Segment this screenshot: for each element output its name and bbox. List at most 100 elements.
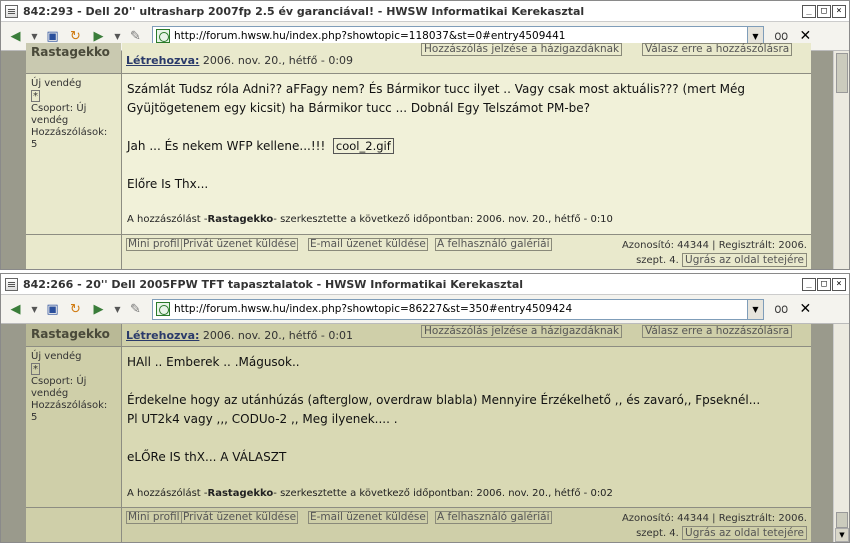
address-bar[interactable]: http://forum.hwsw.hu/index.php?showtopic… xyxy=(152,298,764,320)
close-icon[interactable]: ✕ xyxy=(800,301,812,317)
post-body: HAll .. Emberek .. .Mágusok.. Érdekelne … xyxy=(122,347,811,507)
member-id: Azonosító: 44344 | Regisztrált: 2006. sz… xyxy=(622,512,807,541)
forum-post: Rastagekko Létrehozva: 2006. nov. 20., h… xyxy=(26,324,811,542)
edit-user: Rastagekko xyxy=(207,214,274,225)
window-controls: _ □ × xyxy=(802,4,846,18)
group-line: Új vendég xyxy=(31,78,82,89)
post-line xyxy=(127,372,811,391)
edit-prefix: A hozzászólást - xyxy=(127,488,208,499)
post-line xyxy=(127,118,811,137)
window-controls: _ □ × xyxy=(802,277,846,291)
page-icon xyxy=(156,302,170,316)
report-post-button[interactable]: Hozzászólás jelzése a házigazdáknak xyxy=(421,43,623,56)
window-title: 842:266 - 20'' Dell 2005FPW TFT tapaszta… xyxy=(23,277,524,291)
left-gutter xyxy=(1,51,26,269)
footer-right: Mini profil Privát üzenet küldése E-mail… xyxy=(122,508,811,542)
gallery-button[interactable]: A felhasználó galériái xyxy=(435,238,552,251)
save-icon[interactable]: ▣ xyxy=(44,28,61,45)
edit-prefix: A hozzászólást - xyxy=(127,214,208,225)
minimize-button[interactable]: _ xyxy=(802,277,816,291)
browser-window-2: 842:266 - 20'' Dell 2005FPW TFT tapaszta… xyxy=(0,273,850,543)
scrollbar[interactable] xyxy=(833,51,849,269)
forward-dropdown-icon[interactable]: ▼ xyxy=(113,28,122,45)
go-to-top-button[interactable]: Ugrás az oldal tetejére xyxy=(682,526,807,540)
reply-post-button[interactable]: Válasz erre a hozzászólásra xyxy=(642,43,793,56)
close-window-button[interactable]: × xyxy=(832,277,846,291)
posts-count: 5 xyxy=(31,412,38,423)
page-content: Rastagekko Létrehozva: 2006. nov. 20., h… xyxy=(1,324,849,542)
post-author[interactable]: Rastagekko xyxy=(26,324,121,346)
reload-icon[interactable]: ↻ xyxy=(67,28,84,45)
pen-icon[interactable]: ✎ xyxy=(127,28,144,45)
mini-profile-button[interactable]: Mini profil xyxy=(126,511,182,524)
browser-window-1: 842:293 - Dell 20'' ultrasharp 2007fp 2.… xyxy=(0,0,850,270)
rank-star: * xyxy=(31,363,40,375)
private-message-button[interactable]: Privát üzenet küldése xyxy=(181,511,299,524)
page-content: Rastagekko Létrehozva: 2006. nov. 20., h… xyxy=(1,43,849,269)
glasses-icon[interactable]: ൦൦ xyxy=(774,302,788,317)
member-id-text: Azonosító: 44344 | Regisztrált: 2006. xyxy=(621,240,807,251)
left-gutter xyxy=(1,324,26,542)
post-line: eLŐRe IS thX... A VÁLASZT xyxy=(127,450,287,464)
minimize-button[interactable]: _ xyxy=(802,4,816,18)
edit-note: A hozzászólást -Rastagekko- szerkesztett… xyxy=(127,214,613,225)
nav-toolbar: ◀ ▼ ▣ ↻ ▶ ▼ ✎ http://forum.hwsw.hu/index… xyxy=(1,295,849,324)
reply-post-button[interactable]: Válasz erre a hozzászólásra xyxy=(642,325,793,338)
edit-suffix: - szerkesztette a következő időpontban: … xyxy=(273,488,613,499)
post-line: Gyüjtögetenem egy kicsit) ha Bármikor tu… xyxy=(127,101,591,115)
posts-label: Hozzászólások: xyxy=(31,400,108,411)
scroll-down-icon[interactable]: ▼ xyxy=(835,528,849,542)
created-label[interactable]: Létrehozva: xyxy=(126,329,199,342)
go-to-top-button[interactable]: Ugrás az oldal tetejére xyxy=(682,253,807,267)
close-icon[interactable]: ✕ xyxy=(800,28,812,44)
url-text[interactable]: http://forum.hwsw.hu/index.php?showtopic… xyxy=(174,303,747,315)
email-button[interactable]: E-mail üzenet küldése xyxy=(308,511,428,524)
mini-profile-button[interactable]: Mini profil xyxy=(126,238,182,251)
post-line: HAll .. Emberek .. .Mágusok.. xyxy=(127,355,300,369)
scroll-thumb[interactable] xyxy=(836,512,848,528)
glasses-icon[interactable]: ൦൦ xyxy=(774,29,788,44)
private-message-button[interactable]: Privát üzenet küldése xyxy=(181,238,299,251)
reload-icon[interactable]: ↻ xyxy=(67,301,84,318)
post-line: Előre Is Thx... xyxy=(127,177,209,191)
gallery-button[interactable]: A felhasználó galériái xyxy=(435,511,552,524)
url-dropdown-icon[interactable]: ▼ xyxy=(747,299,763,319)
forward-dropdown-icon[interactable]: ▼ xyxy=(113,301,122,318)
url-text[interactable]: http://forum.hwsw.hu/index.php?showtopic… xyxy=(174,30,747,42)
scroll-thumb[interactable] xyxy=(836,53,848,93)
scrollbar[interactable]: ▼ xyxy=(833,324,849,542)
back-dropdown-icon[interactable]: ▼ xyxy=(30,28,39,45)
back-arrow-icon[interactable]: ◀ xyxy=(7,28,24,45)
post-header-row: Rastagekko Létrehozva: 2006. nov. 20., h… xyxy=(26,43,811,73)
author-info: Új vendég * Csoport: Új vendég Hozzászól… xyxy=(26,74,121,234)
group-line: Új vendég xyxy=(31,351,82,362)
rank-star: * xyxy=(31,90,40,102)
group-label: Csoport: Új xyxy=(31,376,87,387)
back-arrow-icon[interactable]: ◀ xyxy=(7,301,24,318)
maximize-button[interactable]: □ xyxy=(817,277,831,291)
member-id-text: Azonosító: 44344 | Regisztrált: 2006. xyxy=(621,513,807,524)
email-button[interactable]: E-mail üzenet küldése xyxy=(308,238,428,251)
title-bar: 842:266 - 20'' Dell 2005FPW TFT tapaszta… xyxy=(1,274,849,295)
forward-arrow-icon[interactable]: ▶ xyxy=(90,28,107,45)
save-icon[interactable]: ▣ xyxy=(44,301,61,318)
footer-left xyxy=(26,508,121,542)
back-dropdown-icon[interactable]: ▼ xyxy=(30,301,39,318)
close-window-button[interactable]: × xyxy=(832,4,846,18)
post-author[interactable]: Rastagekko xyxy=(26,43,121,73)
member-id: Azonosító: 44344 | Regisztrált: 2006. sz… xyxy=(622,239,807,268)
post-header: Létrehozva: 2006. nov. 20., hétfő - 0:09… xyxy=(122,43,811,73)
report-post-button[interactable]: Hozzászólás jelzése a házigazdáknak xyxy=(421,325,623,338)
forward-arrow-icon[interactable]: ▶ xyxy=(90,301,107,318)
edit-note: A hozzászólást -Rastagekko- szerkesztett… xyxy=(127,488,613,499)
post-line: Jah ... És nekem WFP kellene...!!! cool_… xyxy=(127,137,811,156)
created-label[interactable]: Létrehozva: xyxy=(126,54,199,67)
post-header-row: Rastagekko Létrehozva: 2006. nov. 20., h… xyxy=(26,324,811,346)
post-line: Érdekelne hogy az utánhúzás (afterglow, … xyxy=(127,393,761,407)
edit-suffix: - szerkesztette a következő időpontban: … xyxy=(273,214,613,225)
maximize-button[interactable]: □ xyxy=(817,4,831,18)
footer-right: Mini profil Privát üzenet küldése E-mail… xyxy=(122,235,811,269)
pen-icon[interactable]: ✎ xyxy=(127,301,144,318)
page-icon xyxy=(156,29,170,43)
